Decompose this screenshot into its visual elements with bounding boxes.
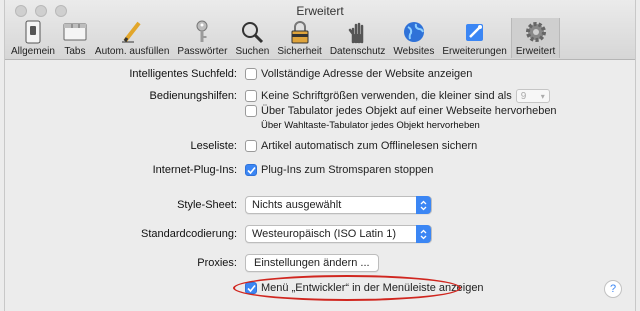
power-saver-text: Plug-Ins zum Stromsparen stoppen xyxy=(261,164,434,176)
tab-advanced[interactable]: Erweitert xyxy=(510,18,561,58)
tab-extensions[interactable]: Erweiterungen xyxy=(438,18,510,58)
proxies-control: Einstellungen ändern ... xyxy=(245,254,379,272)
style-sheet-value: Nichts ausgewählt xyxy=(252,199,342,211)
hand-icon xyxy=(346,20,370,44)
full-address-text: Vollständige Adresse der Website anzeige… xyxy=(261,68,473,80)
checkmark-icon xyxy=(246,284,256,292)
tab-highlight-hint-row: Über Wahltaste-Tabulator jedes Objekt he… xyxy=(5,116,635,134)
magnifier-icon xyxy=(240,20,264,44)
help-button[interactable]: ? xyxy=(604,280,622,298)
min-font-size-text: Keine Schriftgrößen verwenden, die klein… xyxy=(261,90,512,102)
checkmark-icon xyxy=(246,166,256,174)
tab-search[interactable]: Suchen xyxy=(231,18,273,58)
reading-list-row: Leseliste: Artikel automatisch zum Offli… xyxy=(5,137,635,155)
puzzle-icon xyxy=(463,20,487,44)
preferences-toolbar: Allgemein Tabs Autom. ausfüllen Passwört… xyxy=(7,18,561,58)
style-sheet-control: Nichts ausgewählt xyxy=(245,196,432,214)
full-address-checkbox[interactable] xyxy=(245,68,257,80)
min-font-size-control: Keine Schriftgrößen verwenden, die klein… xyxy=(245,89,550,103)
tab-highlight-hint: Über Wahltaste-Tabulator jedes Objekt he… xyxy=(261,119,480,131)
tab-label: Passwörter xyxy=(177,46,228,57)
tab-label: Erweiterungen xyxy=(442,46,507,57)
tab-label: Datenschutz xyxy=(329,46,386,57)
tab-passwords[interactable]: Passwörter xyxy=(173,18,231,58)
tab-label: Suchen xyxy=(235,46,270,57)
smart-search-control: Vollständige Adresse der Website anzeige… xyxy=(245,68,472,80)
window-title: Erweitert xyxy=(296,4,344,18)
tab-label: Allgemein xyxy=(11,46,55,57)
tab-label: Sicherheit xyxy=(277,46,322,57)
encoding-row: Standardcodierung: Westeuropäisch (ISO L… xyxy=(5,225,635,243)
proxies-row: Proxies: Einstellungen ändern ... xyxy=(5,254,635,272)
style-sheet-row: Style-Sheet: Nichts ausgewählt xyxy=(5,196,635,214)
gear-icon xyxy=(524,20,548,44)
globe-icon xyxy=(402,20,426,44)
style-sheet-label: Style-Sheet: xyxy=(177,199,237,211)
proxies-label: Proxies: xyxy=(197,257,237,269)
min-font-size-select[interactable]: 9 ▾ xyxy=(515,89,550,103)
power-saver-checkbox[interactable] xyxy=(245,164,257,176)
encoding-popup[interactable]: Westeuropäisch (ISO Latin 1) xyxy=(245,225,432,243)
plugins-row: Internet-Plug-Ins: Plug-Ins zum Stromspa… xyxy=(5,161,635,179)
chevron-updown-icon xyxy=(416,196,431,214)
chevron-updown-icon xyxy=(416,225,431,243)
min-font-size-checkbox[interactable] xyxy=(245,90,257,102)
smart-search-row: Intelligentes Suchfeld: Vollständige Adr… xyxy=(5,65,635,83)
encoding-label: Standardcodierung: xyxy=(140,228,237,240)
developer-menu-checkbox[interactable] xyxy=(245,282,257,294)
offline-reading-text: Artikel automatisch zum Offlinelesen sic… xyxy=(261,140,478,152)
style-sheet-popup[interactable]: Nichts ausgewählt xyxy=(245,196,432,214)
developer-menu-row: Menü „Entwickler“ in der Menüleiste anze… xyxy=(5,279,635,297)
tab-privacy[interactable]: Datenschutz xyxy=(326,18,390,58)
key-icon xyxy=(190,20,214,44)
tab-security[interactable]: Sicherheit xyxy=(273,18,325,58)
switch-icon xyxy=(21,20,45,44)
tab-tabs[interactable]: Tabs xyxy=(59,18,91,58)
smart-search-label: Intelligentes Suchfeld: xyxy=(129,68,237,80)
preferences-window: Erweitert Allgemein Tabs Autom. ausfülle… xyxy=(4,0,636,311)
change-proxy-settings-button[interactable]: Einstellungen ändern ... xyxy=(245,254,379,272)
accessibility-label: Bedienungshilfen: xyxy=(149,90,237,102)
pencil-icon xyxy=(120,20,144,44)
tab-label: Tabs xyxy=(64,46,86,57)
plugins-label: Internet-Plug-Ins: xyxy=(152,164,237,176)
reading-list-label: Leseliste: xyxy=(190,140,237,152)
advanced-settings-pane: Intelligentes Suchfeld: Vollständige Adr… xyxy=(5,60,635,311)
offline-reading-checkbox[interactable] xyxy=(245,140,257,152)
reading-list-control: Artikel automatisch zum Offlinelesen sic… xyxy=(245,140,477,152)
encoding-value: Westeuropäisch (ISO Latin 1) xyxy=(252,228,397,240)
tab-websites[interactable]: Websites xyxy=(389,18,438,58)
tab-autofill[interactable]: Autom. ausfüllen xyxy=(91,18,174,58)
title-bar: Erweitert Allgemein Tabs Autom. ausfülle… xyxy=(5,0,635,60)
tab-label: Erweitert xyxy=(515,46,556,57)
lock-icon xyxy=(288,20,312,44)
developer-menu-text: Menü „Entwickler“ in der Menüleiste anze… xyxy=(261,282,484,294)
tab-allgemein[interactable]: Allgemein xyxy=(7,18,59,58)
encoding-control: Westeuropäisch (ISO Latin 1) xyxy=(245,225,432,243)
plugins-control: Plug-Ins zum Stromsparen stoppen xyxy=(245,164,433,176)
developer-menu-control: Menü „Entwickler“ in der Menüleiste anze… xyxy=(245,282,484,294)
min-font-size-value: 9 xyxy=(520,90,527,102)
tabs-icon xyxy=(63,20,87,44)
tab-label: Autom. ausfüllen xyxy=(94,46,170,57)
tab-label: Websites xyxy=(393,46,435,57)
chevron-updown-icon: ▾ xyxy=(540,91,545,101)
